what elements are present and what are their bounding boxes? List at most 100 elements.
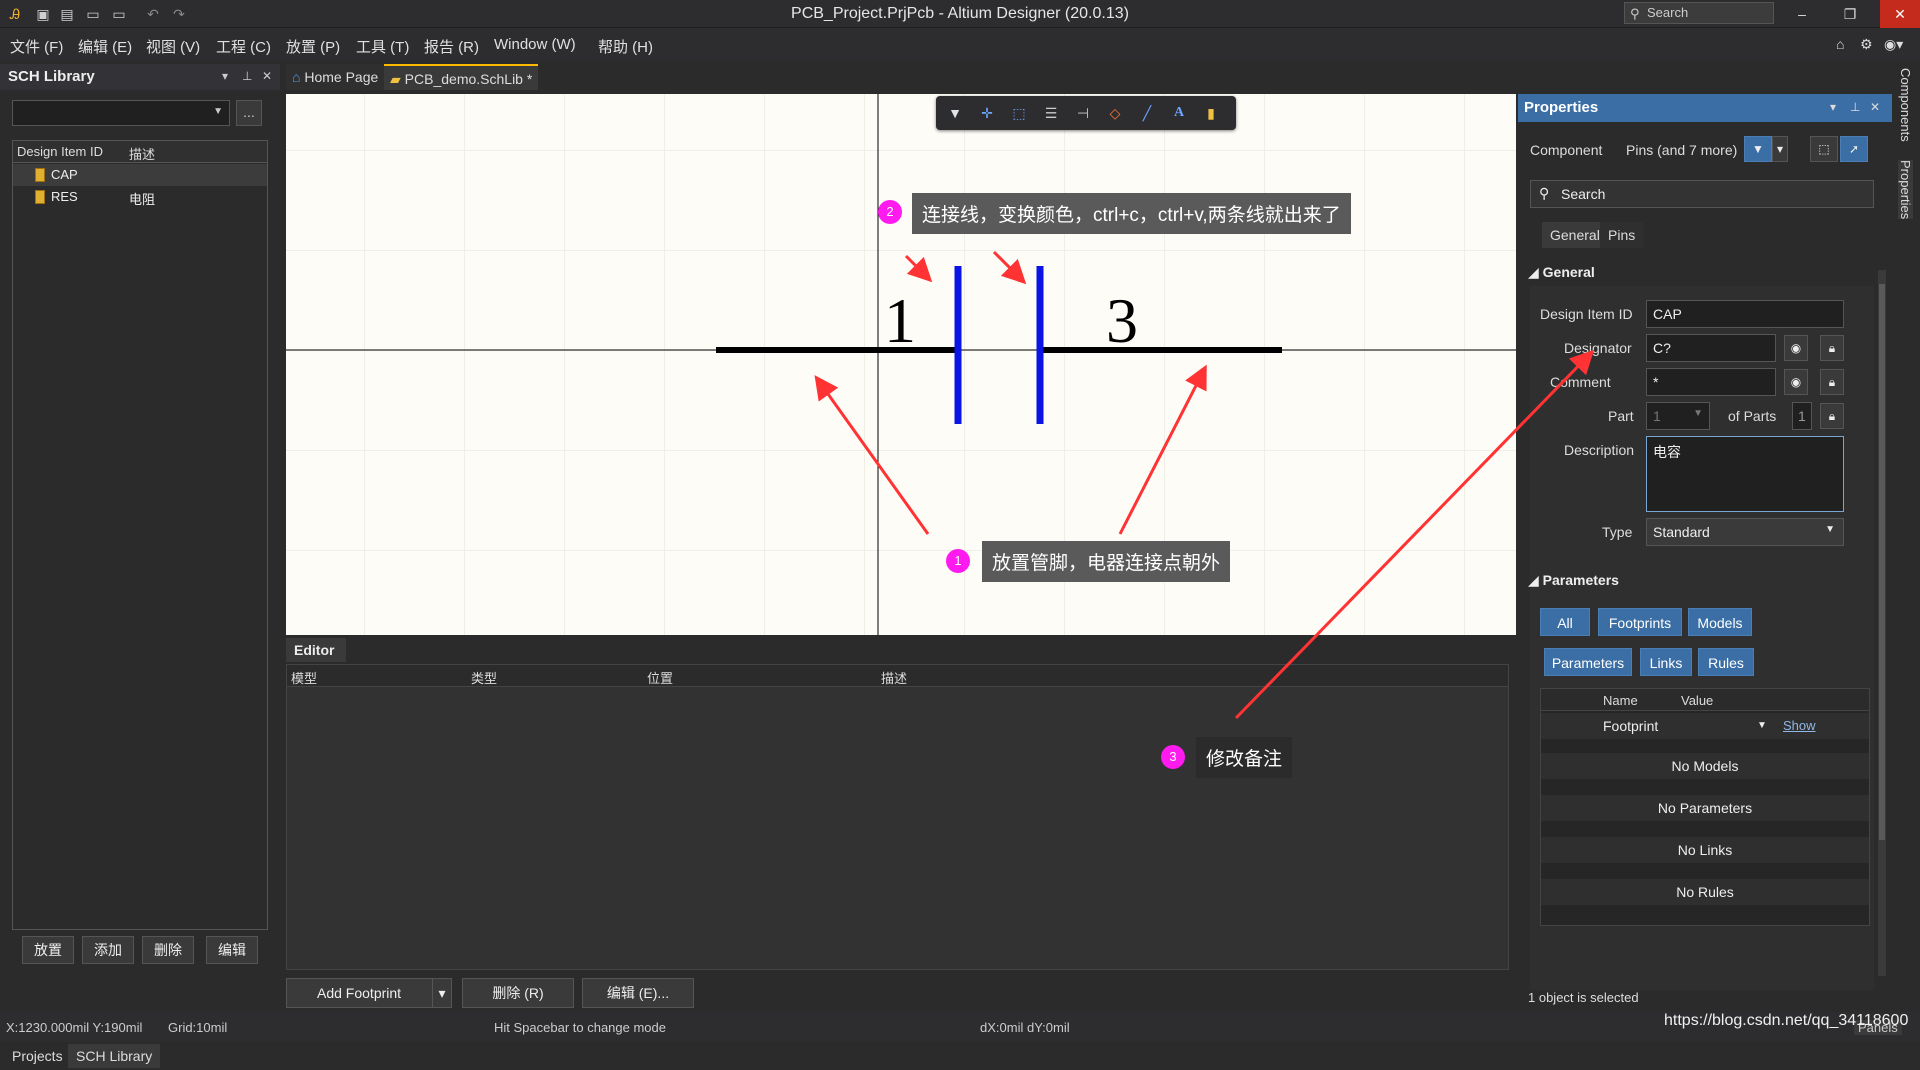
column-description[interactable]: 描述 <box>881 668 907 687</box>
place-line-icon[interactable]: ╱ <box>1138 104 1156 122</box>
minimize-button[interactable]: – <box>1782 0 1822 28</box>
properties-scrollbar[interactable] <box>1878 270 1886 976</box>
comment-field[interactable]: * <box>1646 368 1776 396</box>
tab-projects[interactable]: Projects <box>4 1044 71 1068</box>
filter-tag-all[interactable]: All <box>1540 608 1590 636</box>
global-search-input[interactable]: ⚲ Search <box>1624 2 1774 24</box>
tab-home-page[interactable]: ⌂ Home Page <box>286 64 385 90</box>
filter-icon[interactable]: ▼ <box>1744 136 1772 162</box>
filter-tag-models[interactable]: Models <box>1688 608 1752 636</box>
panel-header: Properties ▾ ⊥ ✕ <box>1518 94 1892 122</box>
redo-icon[interactable]: ↷ <box>170 5 188 23</box>
add-button[interactable]: 添加 <box>82 936 134 964</box>
delete-button[interactable]: 删除 <box>142 936 194 964</box>
menu-help[interactable]: 帮助 (H) <box>598 36 653 57</box>
rail-tab-components[interactable]: Components <box>1898 68 1913 142</box>
close-window-button[interactable]: ✕ <box>1880 0 1920 28</box>
chevron-down-icon[interactable]: ▼ <box>1757 713 1767 739</box>
gear-icon[interactable]: ⚙ <box>1860 36 1873 53</box>
place-pin-icon[interactable]: ⊣ <box>1074 104 1092 122</box>
part-value: 1 <box>1653 408 1661 424</box>
grid-size: Grid:10mil <box>168 1020 228 1035</box>
visibility-eye-icon[interactable]: ◉ <box>1784 335 1808 361</box>
lock-icon[interactable]: 🔒︎ <box>1820 335 1844 361</box>
filter-tag-parameters[interactable]: Parameters <box>1544 648 1632 676</box>
rail-tab-properties[interactable]: Properties <box>1898 160 1913 220</box>
column-value[interactable]: Value <box>1681 693 1713 708</box>
column-model[interactable]: 模型 <box>291 668 317 687</box>
menu-edit[interactable]: 编辑 (E) <box>78 36 132 57</box>
select-icon[interactable]: ⬚ <box>1810 136 1838 162</box>
restore-button[interactable]: ❐ <box>1830 0 1870 28</box>
panel-menu-icon[interactable]: ▾ <box>1830 100 1836 114</box>
place-ieee-icon[interactable]: ◇ <box>1106 104 1124 122</box>
menu-place[interactable]: 放置 (P) <box>286 36 340 57</box>
properties-search-input[interactable]: ⚲ Search <box>1530 180 1874 208</box>
part-select[interactable]: 1 ▼ <box>1646 402 1710 430</box>
scrollbar-thumb[interactable] <box>1879 284 1885 840</box>
list-item[interactable]: RES 电阻 <box>13 186 267 208</box>
filter-tag-rules[interactable]: Rules <box>1698 648 1754 676</box>
add-footprint-dropdown[interactable]: ▾ <box>432 978 452 1008</box>
tab-schlib[interactable]: ▰ PCB_demo.SchLib * <box>384 64 539 90</box>
remove-button[interactable]: 删除 (R) <box>462 978 574 1008</box>
filter-icon[interactable]: ▼ <box>946 104 964 122</box>
tab-general[interactable]: General <box>1542 222 1608 248</box>
open-folder-icon[interactable]: ▭ <box>84 5 102 23</box>
close-icon[interactable]: ✕ <box>1870 100 1880 114</box>
undo-icon[interactable]: ↶ <box>144 5 162 23</box>
column-location[interactable]: 位置 <box>647 668 673 687</box>
description-field[interactable]: 电容 <box>1646 436 1844 512</box>
library-filter-combo[interactable]: ▼ <box>12 100 230 126</box>
of-parts-label: of Parts <box>1728 408 1777 424</box>
design-item-id-field[interactable]: CAP <box>1646 300 1844 328</box>
align-icon[interactable]: ☰ <box>1042 104 1060 122</box>
visibility-eye-icon[interactable]: ◉ <box>1784 369 1808 395</box>
save-icon[interactable]: ▣ <box>34 5 52 23</box>
column-type[interactable]: 类型 <box>471 668 497 687</box>
filter-tag-footprints[interactable]: Footprints <box>1598 608 1682 636</box>
place-button[interactable]: 放置 <box>22 936 74 964</box>
menu-file[interactable]: 文件 (F) <box>10 36 63 57</box>
lock-icon[interactable]: 🔒︎ <box>1820 369 1844 395</box>
home-icon[interactable]: ⌂ <box>1836 36 1844 52</box>
edit-button[interactable]: 编辑 <box>206 936 258 964</box>
edit-model-button[interactable]: 编辑 (E)... <box>582 978 694 1008</box>
column-description[interactable]: 描述 <box>129 144 155 163</box>
save-all-icon[interactable]: ▤ <box>58 5 76 23</box>
filter-tag-links[interactable]: Links <box>1640 648 1692 676</box>
pin-icon[interactable]: ⊥ <box>1850 100 1860 114</box>
type-select[interactable]: Standard ▼ <box>1646 518 1844 546</box>
menu-view[interactable]: 视图 (V) <box>146 36 200 57</box>
move-icon[interactable]: ✛ <box>978 104 996 122</box>
select-rect-icon[interactable]: ⬚ <box>1010 104 1028 122</box>
lock-icon[interactable]: 🔒︎ <box>1820 403 1844 429</box>
place-text-icon[interactable]: A <box>1170 104 1188 122</box>
open-project-icon[interactable]: ▭ <box>110 5 128 23</box>
close-icon[interactable]: ✕ <box>262 69 272 83</box>
browse-button[interactable]: ... <box>236 100 262 126</box>
user-icon[interactable]: ◉▾ <box>1884 36 1903 53</box>
show-link[interactable]: Show <box>1783 713 1816 739</box>
panel-menu-icon[interactable]: ▾ <box>222 69 228 83</box>
schematic-canvas[interactable]: 1 3 ▼ ✛ ⬚ ☰ ⊣ ◇ ╱ A ▮ <box>286 94 1516 635</box>
section-general[interactable]: ◢ General <box>1528 264 1595 281</box>
tab-pins[interactable]: Pins <box>1600 222 1644 248</box>
menu-tools[interactable]: 工具 (T) <box>356 36 409 57</box>
designator-field[interactable]: C? <box>1646 334 1776 362</box>
tab-sch-library[interactable]: SCH Library <box>68 1044 161 1068</box>
add-footprint-button[interactable]: Add Footprint <box>286 978 446 1008</box>
column-name[interactable]: Name <box>1603 693 1638 708</box>
column-design-item-id[interactable]: Design Item ID <box>17 144 103 159</box>
menu-window[interactable]: Window (W) <box>494 36 576 53</box>
list-item[interactable]: CAP <box>13 164 267 186</box>
chevron-down-icon[interactable]: ▾ <box>1772 136 1788 162</box>
menu-project[interactable]: 工程 (C) <box>216 36 271 57</box>
section-parameters[interactable]: ◢ Parameters <box>1528 572 1619 589</box>
table-row[interactable]: Footprint ▼ Show <box>1541 713 1869 739</box>
tab-editor[interactable]: Editor <box>286 638 346 662</box>
pin-icon[interactable]: ⊥ <box>242 69 252 83</box>
cursor-select-icon[interactable]: ➚ <box>1840 136 1868 162</box>
add-part-icon[interactable]: ▮ <box>1202 104 1220 122</box>
menu-reports[interactable]: 报告 (R) <box>424 36 479 57</box>
